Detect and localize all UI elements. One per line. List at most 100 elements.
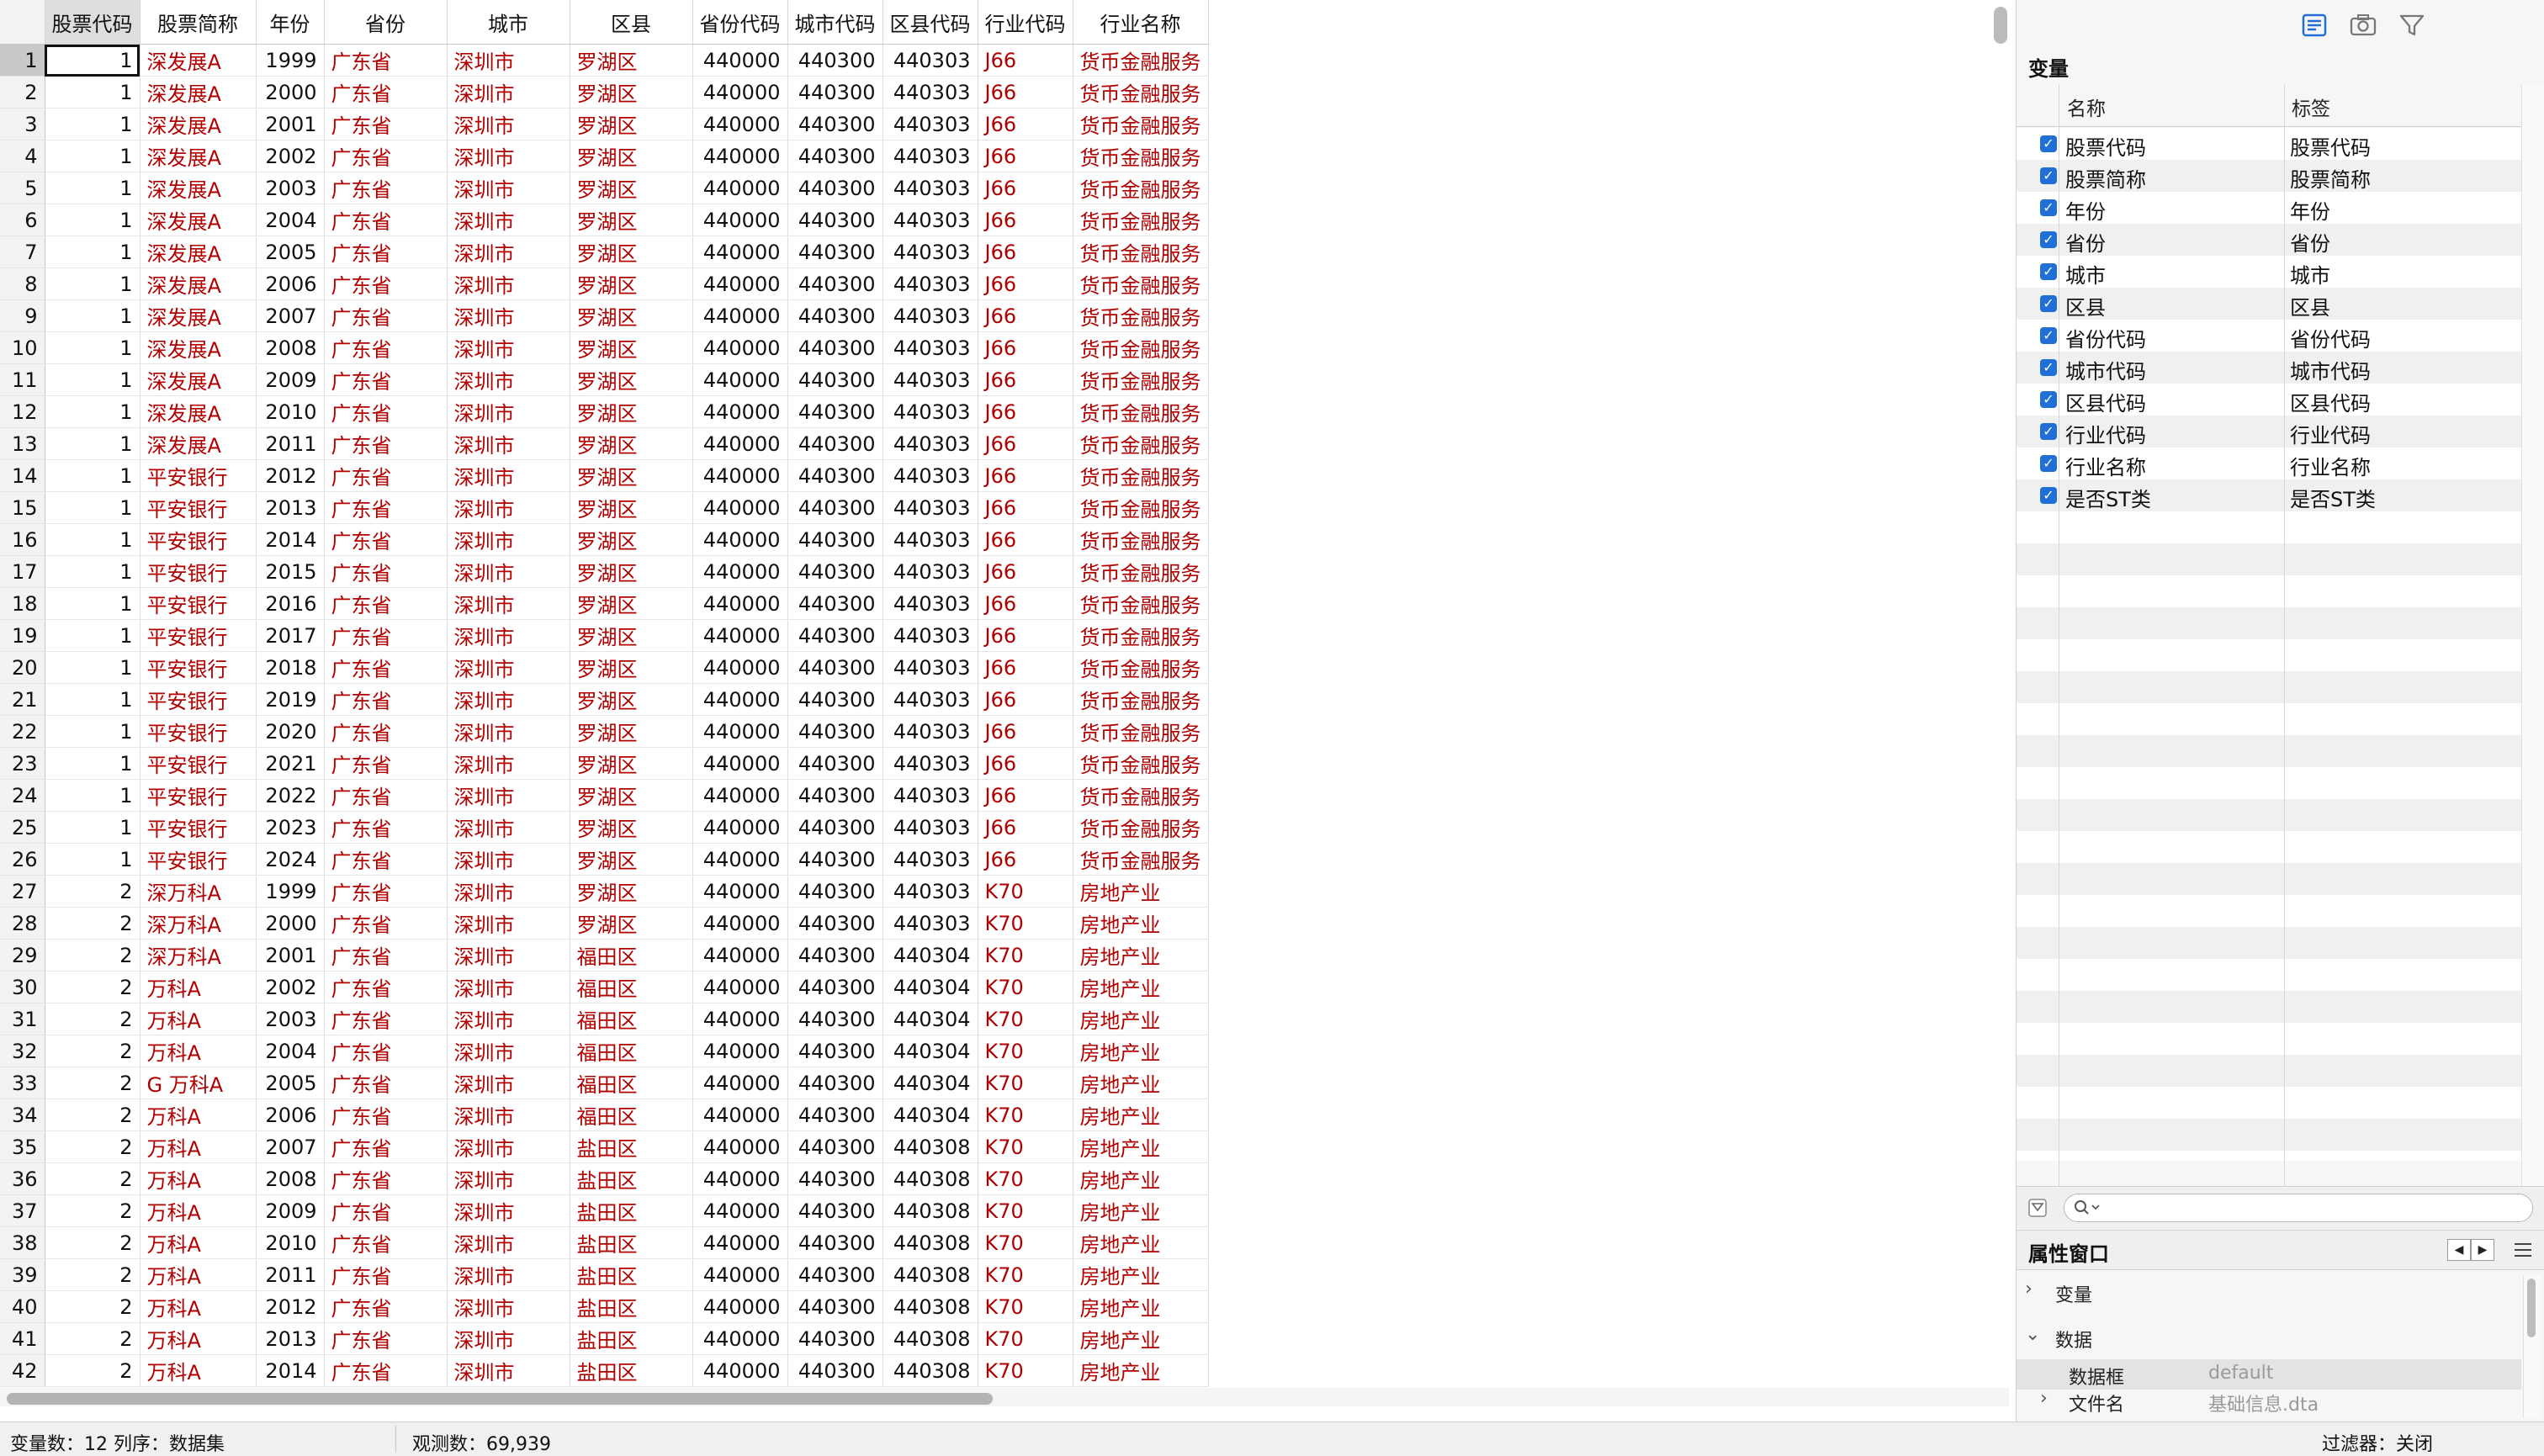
table-cell[interactable]: 平安银行 (140, 651, 257, 684)
column-header[interactable]: 城市代码 (787, 0, 883, 45)
table-cell[interactable]: 罗湖区 (570, 44, 693, 77)
row-number[interactable]: 32 (0, 1035, 45, 1067)
table-cell[interactable]: 440000 (692, 715, 788, 748)
table-cell[interactable]: 1 (45, 395, 140, 428)
column-header[interactable]: 省份 (324, 0, 448, 45)
table-cell[interactable]: 1 (45, 236, 140, 268)
table-cell[interactable]: 深圳市 (447, 108, 570, 140)
table-cell[interactable]: 万科A (140, 1194, 257, 1227)
table-cell[interactable]: 深圳市 (447, 1354, 570, 1387)
table-cell[interactable]: 广东省 (324, 204, 448, 236)
table-row[interactable]: 9 1 深发展A 2007 广东省 深圳市 罗湖区 440000 440300 440303 J66… (0, 299, 1209, 332)
prop-filename-row[interactable]: › 文件名 基础信息.dta (2017, 1386, 2521, 1416)
table-cell[interactable]: 深圳市 (447, 204, 570, 236)
table-cell[interactable]: J66 (978, 619, 1073, 652)
table-cell[interactable]: 万科A (140, 1035, 257, 1067)
table-cell[interactable]: 深圳市 (447, 555, 570, 588)
variable-row[interactable]: ✓ 行业代码 行业代码 (2017, 416, 2521, 447)
table-cell[interactable]: 440300 (787, 1322, 883, 1355)
table-cell[interactable]: 440303 (882, 459, 978, 492)
table-row[interactable]: 21 1 平安银行 2019 广东省 深圳市 罗湖区 440000 440300 440303 J6… (0, 683, 1209, 716)
table-cell[interactable]: 平安银行 (140, 715, 257, 748)
table-cell[interactable]: 深圳市 (447, 1226, 570, 1259)
table-cell[interactable]: 2009 (256, 1194, 325, 1227)
table-cell[interactable]: 万科A (140, 1258, 257, 1291)
table-cell[interactable]: 2007 (256, 299, 325, 332)
table-cell[interactable]: 货币金融服务 (1073, 363, 1209, 396)
column-header[interactable]: 省份代码 (692, 0, 788, 45)
table-cell[interactable]: J66 (978, 587, 1073, 620)
row-number[interactable]: 23 (0, 747, 45, 780)
table-cell[interactable]: 房地产业 (1073, 939, 1209, 972)
table-cell[interactable]: 深圳市 (447, 267, 570, 300)
table-cell[interactable]: J66 (978, 44, 1073, 77)
row-number-header[interactable] (0, 0, 45, 45)
table-row[interactable]: 36 2 万科A 2008 广东省 深圳市 盐田区 440000 440300 440308 K70… (0, 1162, 1209, 1195)
checkbox[interactable]: ✓ (2040, 263, 2057, 280)
table-cell[interactable]: 2000 (256, 907, 325, 940)
data-grid[interactable]: 股票代码 股票简称 年份 省份 城市 区县 省份代码 城市代码 区县代码 行业代码 行业名称 11深… (0, 0, 2009, 1400)
table-cell[interactable]: 货币金融服务 (1073, 204, 1209, 236)
table-cell[interactable]: 万科A (140, 1226, 257, 1259)
checkbox[interactable]: ✓ (2040, 487, 2057, 504)
table-cell[interactable]: 福田区 (570, 1035, 693, 1067)
table-row[interactable]: 28 2 深万科A 2000 广东省 深圳市 罗湖区 440000 440300 440303 K7… (0, 907, 1209, 940)
table-cell[interactable]: 440304 (882, 1035, 978, 1067)
table-row[interactable]: 32 2 万科A 2004 广东省 深圳市 福田区 440000 440300 440304 K70… (0, 1035, 1209, 1067)
table-cell[interactable]: 盐田区 (570, 1290, 693, 1323)
table-cell[interactable]: 广东省 (324, 811, 448, 844)
table-cell[interactable]: 深圳市 (447, 1130, 570, 1163)
table-cell[interactable]: 罗湖区 (570, 843, 693, 876)
table-row[interactable]: 7 1 深发展A 2005 广东省 深圳市 罗湖区 440000 440300 440303 J66… (0, 236, 1209, 268)
table-cell[interactable]: J66 (978, 395, 1073, 428)
table-cell[interactable]: 2005 (256, 1067, 325, 1099)
table-cell[interactable]: 440303 (882, 204, 978, 236)
table-cell[interactable]: 440000 (692, 1162, 788, 1195)
table-cell[interactable]: 440000 (692, 76, 788, 109)
table-cell[interactable]: 深发展A (140, 395, 257, 428)
table-cell[interactable]: 罗湖区 (570, 619, 693, 652)
table-cell[interactable]: 440300 (787, 1354, 883, 1387)
table-cell[interactable]: 深圳市 (447, 683, 570, 716)
table-cell[interactable]: 440303 (882, 267, 978, 300)
table-cell[interactable]: 福田区 (570, 1099, 693, 1131)
table-cell[interactable]: 440000 (692, 1067, 788, 1099)
table-cell[interactable]: 440000 (692, 747, 788, 780)
table-cell[interactable]: 广东省 (324, 459, 448, 492)
table-cell[interactable]: 广东省 (324, 971, 448, 1003)
table-cell[interactable]: J66 (978, 427, 1073, 460)
table-cell[interactable]: 2003 (256, 172, 325, 204)
table-cell[interactable]: 440300 (787, 1290, 883, 1323)
variables-scrollbar[interactable] (2521, 84, 2544, 1203)
table-cell[interactable]: 1 (45, 779, 140, 812)
table-cell[interactable]: J66 (978, 843, 1073, 876)
table-cell[interactable]: 万科A (140, 1354, 257, 1387)
variable-row[interactable]: ✓ 是否ST类 是否ST类 (2017, 479, 2521, 511)
table-cell[interactable]: 广东省 (324, 1035, 448, 1067)
table-cell[interactable]: 深圳市 (447, 939, 570, 972)
table-cell[interactable]: 440308 (882, 1258, 978, 1291)
table-cell[interactable]: 罗湖区 (570, 779, 693, 812)
snapshot-camera-icon[interactable] (2348, 10, 2378, 40)
table-cell[interactable]: 广东省 (324, 236, 448, 268)
table-row[interactable]: 2 1 深发展A 2000 广东省 深圳市 罗湖区 440000 440300 440303 J66… (0, 76, 1209, 109)
table-cell[interactable]: 罗湖区 (570, 491, 693, 524)
table-cell[interactable]: 深圳市 (447, 811, 570, 844)
table-cell[interactable]: 440308 (882, 1162, 978, 1195)
table-row[interactable]: 6 1 深发展A 2004 广东省 深圳市 罗湖区 440000 440300 440303 J66… (0, 204, 1209, 236)
table-cell[interactable]: 1 (45, 363, 140, 396)
table-cell[interactable]: 2014 (256, 1354, 325, 1387)
table-cell[interactable]: 440300 (787, 267, 883, 300)
table-cell[interactable]: 1 (45, 715, 140, 748)
table-cell[interactable]: 440308 (882, 1290, 978, 1323)
table-cell[interactable]: 2024 (256, 843, 325, 876)
prop-frame-row[interactable]: 数据框 default (2017, 1359, 2521, 1390)
table-cell[interactable]: 盐田区 (570, 1194, 693, 1227)
table-cell[interactable]: 广东省 (324, 1194, 448, 1227)
table-cell[interactable]: 2013 (256, 1322, 325, 1355)
table-row[interactable]: 14 1 平安银行 2012 广东省 深圳市 罗湖区 440000 440300 440303 J6… (0, 459, 1209, 492)
table-cell[interactable]: 440303 (882, 108, 978, 140)
table-cell[interactable]: 广东省 (324, 172, 448, 204)
table-cell[interactable]: 2003 (256, 1003, 325, 1035)
table-cell[interactable]: 2 (45, 1194, 140, 1227)
